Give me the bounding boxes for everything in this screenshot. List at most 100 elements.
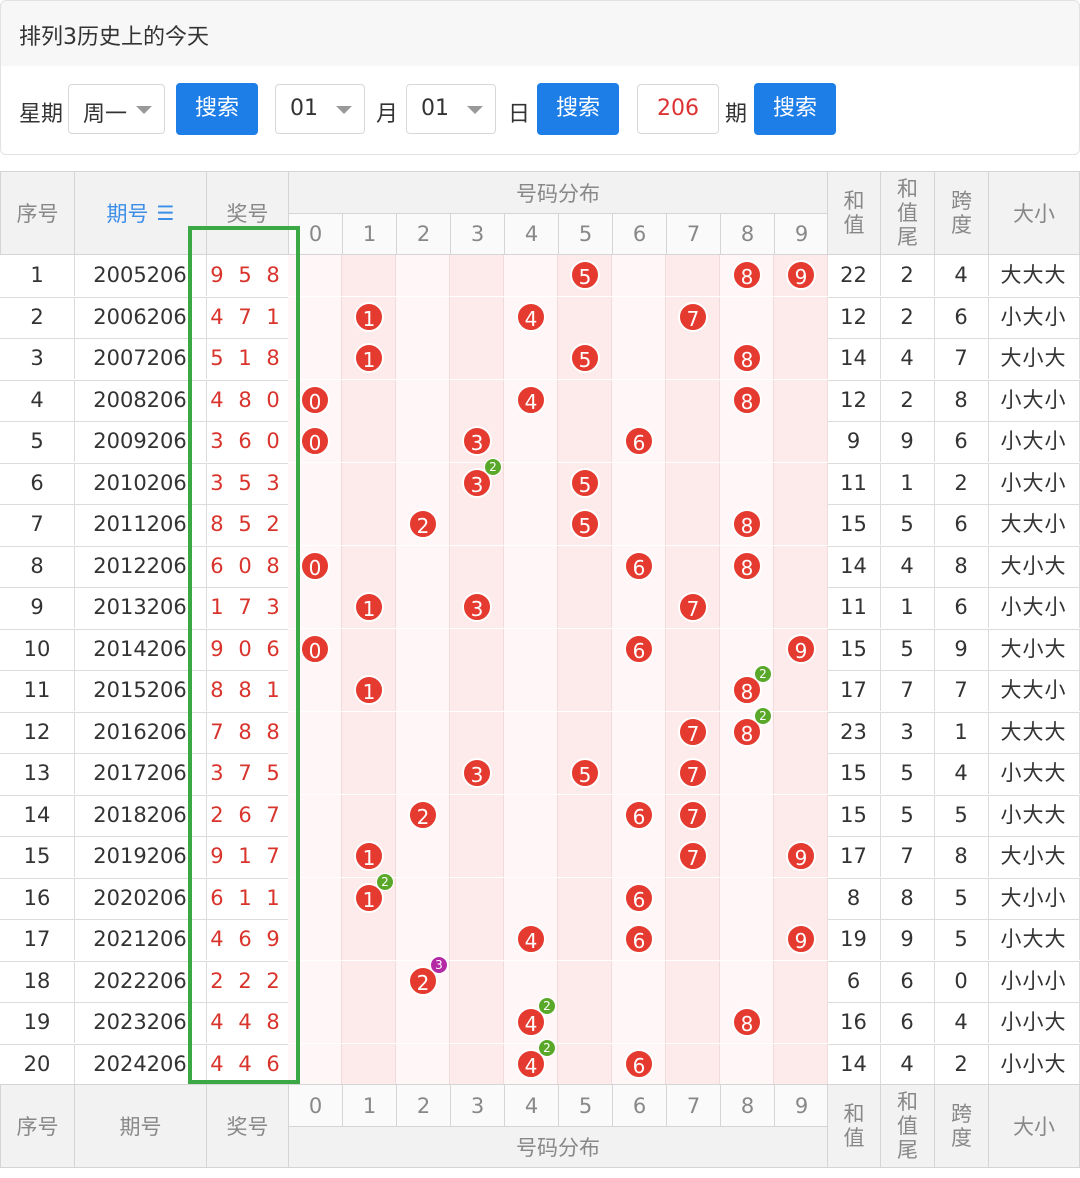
col-header-sum-tail: 和值尾 (880, 171, 935, 255)
digit-header-4: 4 (504, 213, 559, 255)
row-period: 2005206 (74, 255, 207, 296)
row-span: 5 (934, 919, 989, 960)
number-ball-9: 9 (786, 633, 816, 664)
row-prize: 2 6 7 (206, 794, 289, 836)
dist-cell-5 (558, 379, 612, 421)
row-sum-tail: 6 (880, 1002, 935, 1043)
row-index: 3 (0, 338, 75, 379)
footer-header-size: 大小 (988, 1084, 1080, 1168)
date-search-button[interactable]: 搜索 (537, 83, 619, 135)
row-span: 8 (934, 379, 989, 421)
dist-cell-9 (774, 462, 828, 504)
dist-cell-7 (666, 545, 720, 587)
dist-cell-3 (450, 836, 504, 877)
number-ball-4: 4 (516, 924, 546, 954)
row-sum-tail: 1 (880, 587, 935, 628)
period-label: 期 (725, 102, 748, 127)
col-header-index: 序号 (0, 171, 75, 255)
row-sum-tail: 3 (880, 711, 935, 753)
table-row: 11 2015206 8 8 1 1 8 2 17 7 7 大大小 (0, 665, 1080, 713)
sum-header-label: 和值 (843, 189, 865, 237)
row-period: 2016206 (74, 711, 207, 753)
month-select[interactable]: 01 (275, 84, 365, 134)
row-span: 5 (934, 877, 989, 919)
row-size: 大小大 (988, 628, 1080, 670)
dist-cell-1 (342, 545, 396, 587)
row-index: 14 (0, 794, 75, 836)
month-value: 01 (290, 96, 318, 121)
dist-cell-4 (504, 836, 558, 877)
dist-cell-5 (558, 587, 612, 628)
sort-icon[interactable]: ☰ (157, 201, 175, 225)
dist-cell-9 (774, 1043, 828, 1085)
row-sum-tail: 2 (880, 255, 935, 296)
row-sum: 12 (827, 296, 881, 338)
row-index: 8 (0, 545, 75, 587)
row-sum: 9 (827, 421, 881, 462)
row-index: 11 (0, 670, 75, 711)
number-ball-4: 4 (516, 384, 546, 415)
footer-span-label: 跨度 (951, 1102, 972, 1150)
title-bar: 排列3历史上的今天 (0, 0, 1080, 68)
dist-cell-1 (342, 794, 396, 836)
dist-cell-9 (774, 545, 828, 587)
row-prize: 9 1 7 (206, 836, 289, 877)
row-sum: 19 (827, 919, 881, 960)
row-sum: 14 (827, 545, 881, 587)
row-size: 小大小 (988, 587, 1080, 628)
row-size: 大小大 (988, 836, 1080, 877)
weekday-search-button[interactable]: 搜索 (176, 83, 258, 135)
month-label: 月 (376, 102, 399, 127)
dist-cell-3 (450, 960, 504, 1002)
weekday-select[interactable]: 周一 (68, 84, 165, 134)
row-sum-tail: 5 (880, 628, 935, 670)
period-search-button[interactable]: 搜索 (754, 83, 836, 135)
row-sum: 15 (827, 794, 881, 836)
table-row: 2 2006206 4 7 1 1 4 7 12 2 6 小大小 (0, 296, 1080, 339)
footer-digit-header-9: 9 (774, 1084, 829, 1127)
row-period: 2006206 (74, 296, 207, 338)
number-ball-0: 0 (300, 550, 330, 581)
dist-cell-8 (720, 587, 774, 628)
row-sum: 17 (827, 670, 881, 711)
dist-cell-3 (450, 919, 504, 960)
dist-cell-1 (342, 960, 396, 1002)
row-prize: 3 7 5 (206, 753, 289, 794)
digit-header-8: 8 (720, 213, 775, 255)
row-span: 6 (934, 421, 989, 462)
dist-cell-1 (342, 379, 396, 421)
dist-cell-4 (504, 794, 558, 836)
dist-cell-0 (288, 255, 342, 296)
row-period: 2014206 (74, 628, 207, 670)
dist-cell-4 (504, 338, 558, 379)
table-row: 20 2024206 4 4 6 4 2 6 14 4 2 小小大 (0, 1038, 1080, 1086)
row-span: 6 (934, 296, 989, 338)
row-sum: 6 (827, 960, 881, 1002)
row-sum-tail: 1 (880, 462, 935, 504)
repeat-count-badge: 2 (376, 872, 394, 891)
row-span: 5 (934, 794, 989, 836)
period-input[interactable]: 206 (637, 84, 719, 134)
dist-cell-0 (288, 1002, 342, 1043)
number-ball-1: 1 (354, 675, 384, 705)
row-size: 大小大 (988, 338, 1080, 379)
footer-header-distribution: 号码分布 (288, 1126, 828, 1168)
dist-cell-4 (504, 504, 558, 545)
dist-cell-6 (612, 836, 666, 877)
number-ball-5: 5 (570, 509, 600, 539)
dist-cell-3 (450, 1002, 504, 1043)
col-header-period[interactable]: 期号 ☰ (74, 171, 207, 255)
dist-cell-6 (612, 670, 666, 711)
number-ball-3: 3 (462, 758, 492, 788)
dist-cell-8 (720, 919, 774, 960)
row-size: 小大大 (988, 753, 1080, 794)
dist-cell-4 (504, 421, 558, 462)
row-index: 20 (0, 1043, 75, 1085)
number-ball-7: 7 (678, 799, 708, 830)
number-ball-1: 1 (354, 343, 384, 373)
row-span: 6 (934, 587, 989, 628)
dist-cell-5 (558, 545, 612, 587)
row-span: 7 (934, 338, 989, 379)
row-span: 7 (934, 670, 989, 711)
day-select[interactable]: 01 (406, 84, 496, 134)
